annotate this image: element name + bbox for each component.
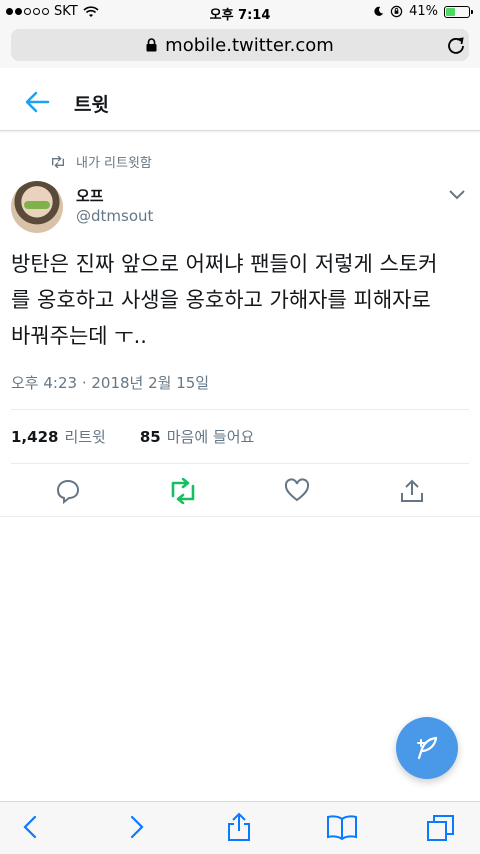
browser-share-icon[interactable] bbox=[226, 812, 252, 842]
tweet-text: 방탄은 진짜 앞으로 어쩌냐 팬들이 저렇게 스토커 를 옹호하고 사생을 옹호… bbox=[11, 246, 471, 354]
browser-forward-icon[interactable] bbox=[127, 814, 147, 840]
likes-label: 마음에 들어요 bbox=[166, 428, 255, 446]
status-right: 41% bbox=[373, 4, 473, 19]
battery-icon bbox=[444, 5, 473, 18]
retweet-icon bbox=[52, 155, 64, 168]
tweet-text-line: 방탄은 진짜 앞으로 어쩌냐 팬들이 저렇게 스토커 bbox=[11, 252, 438, 276]
reload-icon[interactable] bbox=[446, 36, 466, 56]
chevron-down-icon[interactable] bbox=[448, 188, 466, 200]
tweet-timestamp: 오후 4:23 · 2018년 2월 15일 bbox=[11, 374, 210, 392]
retweet-button-icon[interactable] bbox=[168, 478, 198, 504]
tweet-text-line: 바꿔주는데 ㅜ.. bbox=[11, 324, 147, 348]
divider bbox=[11, 463, 469, 464]
retweets-stat[interactable]: 1,428 리트윗 bbox=[11, 426, 106, 447]
tweet-actions bbox=[0, 470, 480, 516]
status-bar: SKT 오후 7:14 41% bbox=[0, 0, 480, 24]
browser-address-area: mobile.twitter.com bbox=[0, 24, 480, 68]
heart-icon[interactable] bbox=[284, 478, 310, 502]
back-arrow-icon[interactable] bbox=[24, 90, 50, 114]
address-bar[interactable]: mobile.twitter.com bbox=[11, 29, 469, 61]
battery-percent: 41% bbox=[409, 4, 438, 19]
browser-toolbar bbox=[0, 801, 480, 854]
likes-stat[interactable]: 85 마음에 들어요 bbox=[140, 426, 254, 447]
page-title: 트윗 bbox=[74, 94, 109, 116]
lock-icon bbox=[146, 38, 157, 52]
retweet-context: 내가 리트윗함 bbox=[50, 152, 152, 171]
rotation-lock-icon bbox=[390, 5, 403, 18]
author-display-name[interactable]: 오프 bbox=[76, 185, 104, 206]
tweet-stats: 1,428 리트윗 85 마음에 들어요 bbox=[11, 426, 254, 447]
likes-count: 85 bbox=[139, 428, 161, 446]
reply-icon[interactable] bbox=[55, 478, 81, 504]
author-handle[interactable]: @dtmsout bbox=[76, 207, 153, 225]
divider bbox=[11, 409, 469, 410]
tabs-icon[interactable] bbox=[426, 814, 456, 842]
compose-feather-icon bbox=[417, 736, 438, 760]
url-text: mobile.twitter.com bbox=[165, 34, 334, 56]
bookmarks-icon[interactable] bbox=[326, 814, 358, 840]
browser-back-icon[interactable] bbox=[20, 814, 40, 840]
page-header: 트윗 bbox=[0, 74, 480, 131]
avatar[interactable] bbox=[11, 181, 63, 233]
retweets-label: 리트윗 bbox=[64, 428, 106, 446]
compose-tweet-button[interactable] bbox=[396, 717, 458, 779]
divider bbox=[0, 516, 480, 517]
retweets-count: 1,428 bbox=[11, 428, 59, 446]
tweet-text-line: 를 옹호하고 사생을 옹호하고 가해자를 피해자로 bbox=[11, 288, 431, 312]
retweet-context-label: 내가 리트윗함 bbox=[76, 156, 152, 171]
moon-icon bbox=[374, 6, 384, 16]
share-icon[interactable] bbox=[399, 478, 425, 504]
